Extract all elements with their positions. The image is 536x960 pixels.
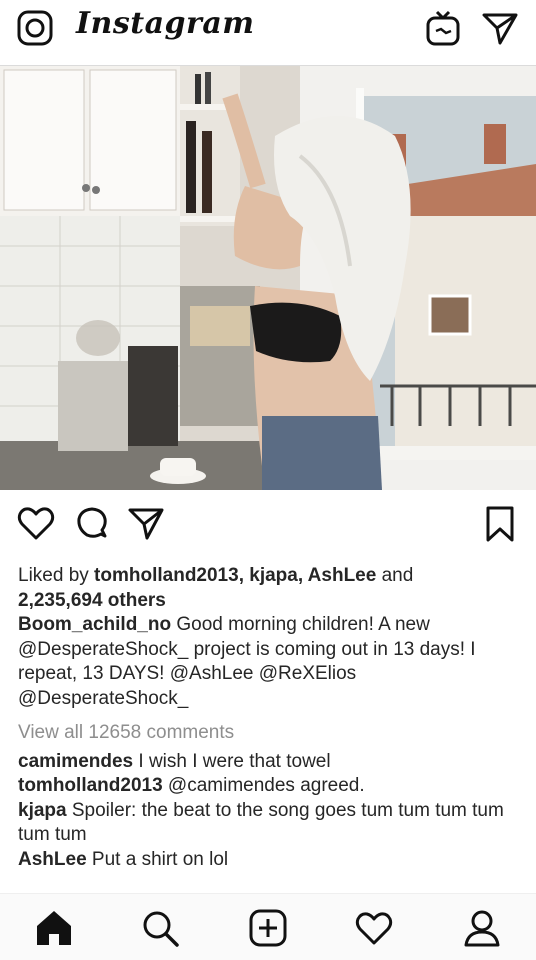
share-icon[interactable] (126, 504, 166, 544)
activity-icon[interactable] (354, 908, 394, 948)
comment-item: kjapa Spoiler: the beat to the song goes… (18, 799, 523, 848)
search-icon[interactable] (140, 908, 180, 948)
comment-text: Put a shirt on lol (86, 848, 229, 870)
bookmark-icon[interactable] (480, 504, 520, 544)
bottom-tab-bar (0, 893, 536, 960)
top-header: Instagram (0, 0, 536, 66)
comment-icon[interactable] (72, 504, 112, 544)
new-post-icon[interactable] (248, 908, 288, 948)
comment-item: AshLee Put a shirt on lol (18, 848, 523, 873)
comment-text: Spoiler: the beat to the song goes tum t… (18, 799, 504, 846)
comment-text: I wish I were that towel (133, 750, 331, 772)
post-text: Liked by tomholland2013, kjapa, AshLee a… (18, 564, 523, 872)
paper-plane-icon[interactable] (481, 9, 519, 47)
comment-username[interactable]: tomholland2013 (18, 775, 163, 796)
comment-text: @camimendes agreed. (162, 775, 365, 796)
post-actions (0, 490, 536, 560)
home-icon[interactable] (34, 908, 74, 948)
comment-username[interactable]: AshLee (18, 849, 87, 870)
comment-item: tomholland2013 @camimendes agreed. (18, 774, 523, 799)
view-all-comments-link[interactable]: View all 12658 comments (18, 721, 523, 746)
igtv-icon[interactable] (424, 9, 462, 47)
liked-by-names[interactable]: tomholland2013, kjapa, AshLee (94, 565, 376, 586)
profile-icon[interactable] (462, 908, 502, 948)
comment-username[interactable]: kjapa (18, 800, 67, 821)
caption: Boom_achild_no Good morning children! A … (18, 613, 523, 711)
likes-line: Liked by tomholland2013, kjapa, AshLee a… (18, 565, 414, 611)
comment-item: camimendes I wish I were that towel (18, 750, 523, 775)
post-image[interactable] (0, 66, 536, 490)
caption-username[interactable]: Boom_achild_no (18, 614, 171, 635)
app-logo: Instagram (76, 6, 255, 41)
comment-username[interactable]: camimendes (18, 751, 133, 772)
heart-icon[interactable] (16, 504, 56, 544)
camera-icon[interactable] (16, 9, 54, 47)
likes-count[interactable]: 2,235,694 others (18, 590, 166, 611)
post-photo (0, 66, 536, 490)
